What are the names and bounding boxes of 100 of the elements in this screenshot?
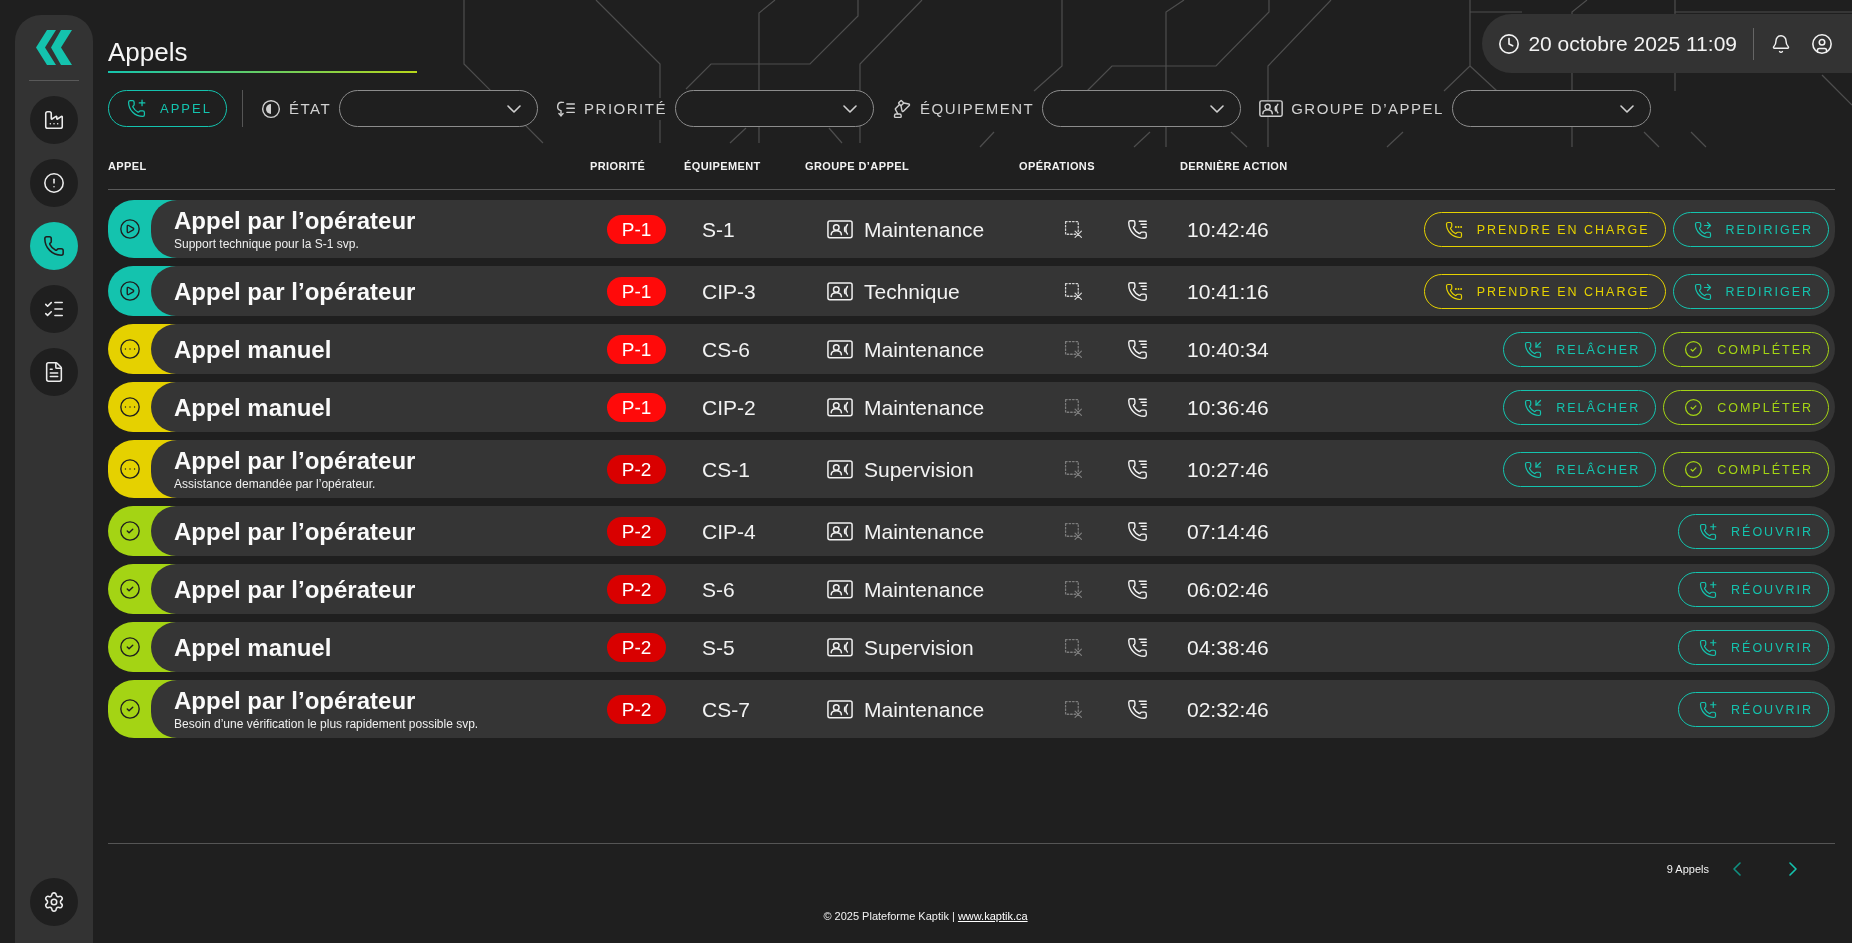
nav-button[interactable] [30, 348, 78, 396]
equipment-code: S-1 [702, 217, 735, 242]
call-group: Maintenance [864, 395, 985, 420]
nav-button[interactable] [30, 159, 78, 207]
play-circle-icon [118, 218, 141, 240]
user-icon[interactable] [1811, 32, 1833, 55]
priority-badge: P-2 [607, 633, 666, 662]
last-action-time: 10:41:16 [1187, 279, 1269, 304]
ellipsis-circle-icon [118, 458, 141, 480]
phone-dots-icon [1444, 282, 1463, 301]
phone-list-icon[interactable] [1127, 219, 1148, 240]
priority-badge: P-1 [607, 393, 666, 422]
chevron-down-icon [507, 104, 522, 113]
contact-card-icon [827, 398, 853, 417]
call-title: Appel par l’opérateur [174, 688, 416, 714]
check-circle-icon [1684, 460, 1704, 479]
current-datetime: 20 octobre 2025 11:09 [1528, 31, 1737, 56]
contact-card-icon [827, 220, 853, 239]
last-action-time: 10:27:46 [1187, 457, 1269, 482]
half-circle-icon [261, 98, 281, 119]
phone-list-icon[interactable] [1127, 397, 1148, 418]
chevron-right-icon[interactable] [1789, 862, 1797, 876]
call-description: Assistance demandée par l’opérateur. [174, 477, 376, 491]
phone-incoming-icon [1524, 340, 1543, 359]
priority-badge: P-2 [607, 455, 666, 484]
call-group: Supervision [864, 635, 974, 660]
column-header: APPEL [108, 160, 147, 172]
phone-icon [43, 235, 65, 257]
phone-list-icon[interactable] [1127, 339, 1148, 360]
call-count: 9 Appels [1666, 863, 1709, 875]
phone-list-icon[interactable] [1127, 459, 1148, 480]
last-action-time: 04:38:46 [1187, 635, 1269, 660]
priority-badge: P-2 [607, 517, 666, 546]
equipment-code: S-5 [702, 635, 735, 660]
alert-icon [43, 172, 65, 194]
call-group: Maintenance [864, 519, 985, 544]
priority-badge: P-1 [607, 335, 666, 364]
priority-badge: P-2 [607, 575, 666, 604]
check-circle-icon [118, 636, 141, 658]
call-group: Maintenance [864, 577, 985, 602]
check-circle-icon [118, 520, 141, 542]
website-link[interactable]: www.kaptik.ca [957, 910, 1028, 922]
phone-plus-icon [1699, 638, 1717, 657]
priority-badge: P-1 [607, 215, 666, 244]
call-description: Besoin d’une vérification le plus rapidement possible svp. [174, 717, 479, 731]
nav-button[interactable] [30, 222, 78, 270]
call-title: Appel par l’opérateur [174, 208, 416, 234]
filter-dropdown[interactable] [1042, 90, 1242, 127]
call-title: Appel manuel [174, 634, 332, 661]
dashed-square-x-icon[interactable] [1064, 220, 1083, 239]
call-title: Appel par l’opérateur [174, 448, 416, 474]
phone-forward-icon [1693, 282, 1712, 301]
filter-dropdown[interactable] [1451, 90, 1651, 127]
nav-button[interactable] [30, 96, 78, 144]
contact-card-icon [827, 580, 853, 599]
check-circle-icon [1684, 398, 1704, 417]
contact-card-icon [827, 340, 853, 359]
logo-icon [35, 30, 73, 65]
check-circle-icon [118, 578, 141, 600]
filter-dropdown[interactable] [339, 90, 539, 127]
last-action-time: 07:14:46 [1187, 519, 1269, 544]
phone-incoming-icon [1524, 398, 1543, 417]
call-group: Supervision [864, 457, 974, 482]
call-title: Appel par l’opérateur [174, 278, 416, 305]
priority-badge: P-1 [607, 277, 666, 306]
column-header: ÉQUIPEMENT [684, 160, 761, 172]
chevron-left-icon[interactable] [1733, 862, 1741, 876]
call-title: Appel par l’opérateur [174, 518, 416, 545]
contact-card-icon [1259, 99, 1284, 118]
ellipsis-circle-icon [118, 396, 141, 418]
phone-incoming-icon [1524, 460, 1543, 479]
phone-list-icon[interactable] [1127, 579, 1148, 600]
phone-plus-icon [1699, 522, 1717, 541]
nav-button[interactable] [30, 285, 78, 333]
new-call-button[interactable]: APPEL [108, 90, 227, 127]
phone-list-icon[interactable] [1127, 699, 1148, 720]
last-action-time: 10:42:46 [1187, 217, 1269, 242]
phone-list-icon[interactable] [1127, 521, 1148, 542]
dashed-square-x-icon[interactable] [1064, 282, 1083, 301]
check-circle-icon [1684, 340, 1704, 359]
phone-list-icon[interactable] [1127, 281, 1148, 302]
document-icon [43, 361, 65, 383]
chevron-down-icon [1210, 104, 1225, 113]
chevron-down-icon [842, 104, 857, 113]
contact-card-icon [827, 282, 853, 301]
call-group: Technique [864, 279, 960, 304]
filter-label: PRIORITÉ [584, 97, 667, 120]
call-description: Support technique pour la S-1 svp. [174, 237, 359, 251]
last-action-time: 02:32:46 [1187, 697, 1269, 722]
notifications-icon[interactable] [1771, 33, 1791, 54]
phone-list-icon[interactable] [1127, 637, 1148, 658]
column-header: OPÉRATIONS [1019, 160, 1095, 172]
contact-card-icon [827, 522, 853, 541]
filter-dropdown[interactable] [674, 90, 874, 127]
chevron-down-icon [1619, 104, 1634, 113]
priority-badge: P-2 [607, 695, 666, 724]
last-action-time: 10:36:46 [1187, 395, 1269, 420]
equipment-code: CS-1 [702, 457, 750, 482]
settings-button[interactable] [30, 878, 78, 926]
phone-forward-icon [1693, 220, 1712, 239]
